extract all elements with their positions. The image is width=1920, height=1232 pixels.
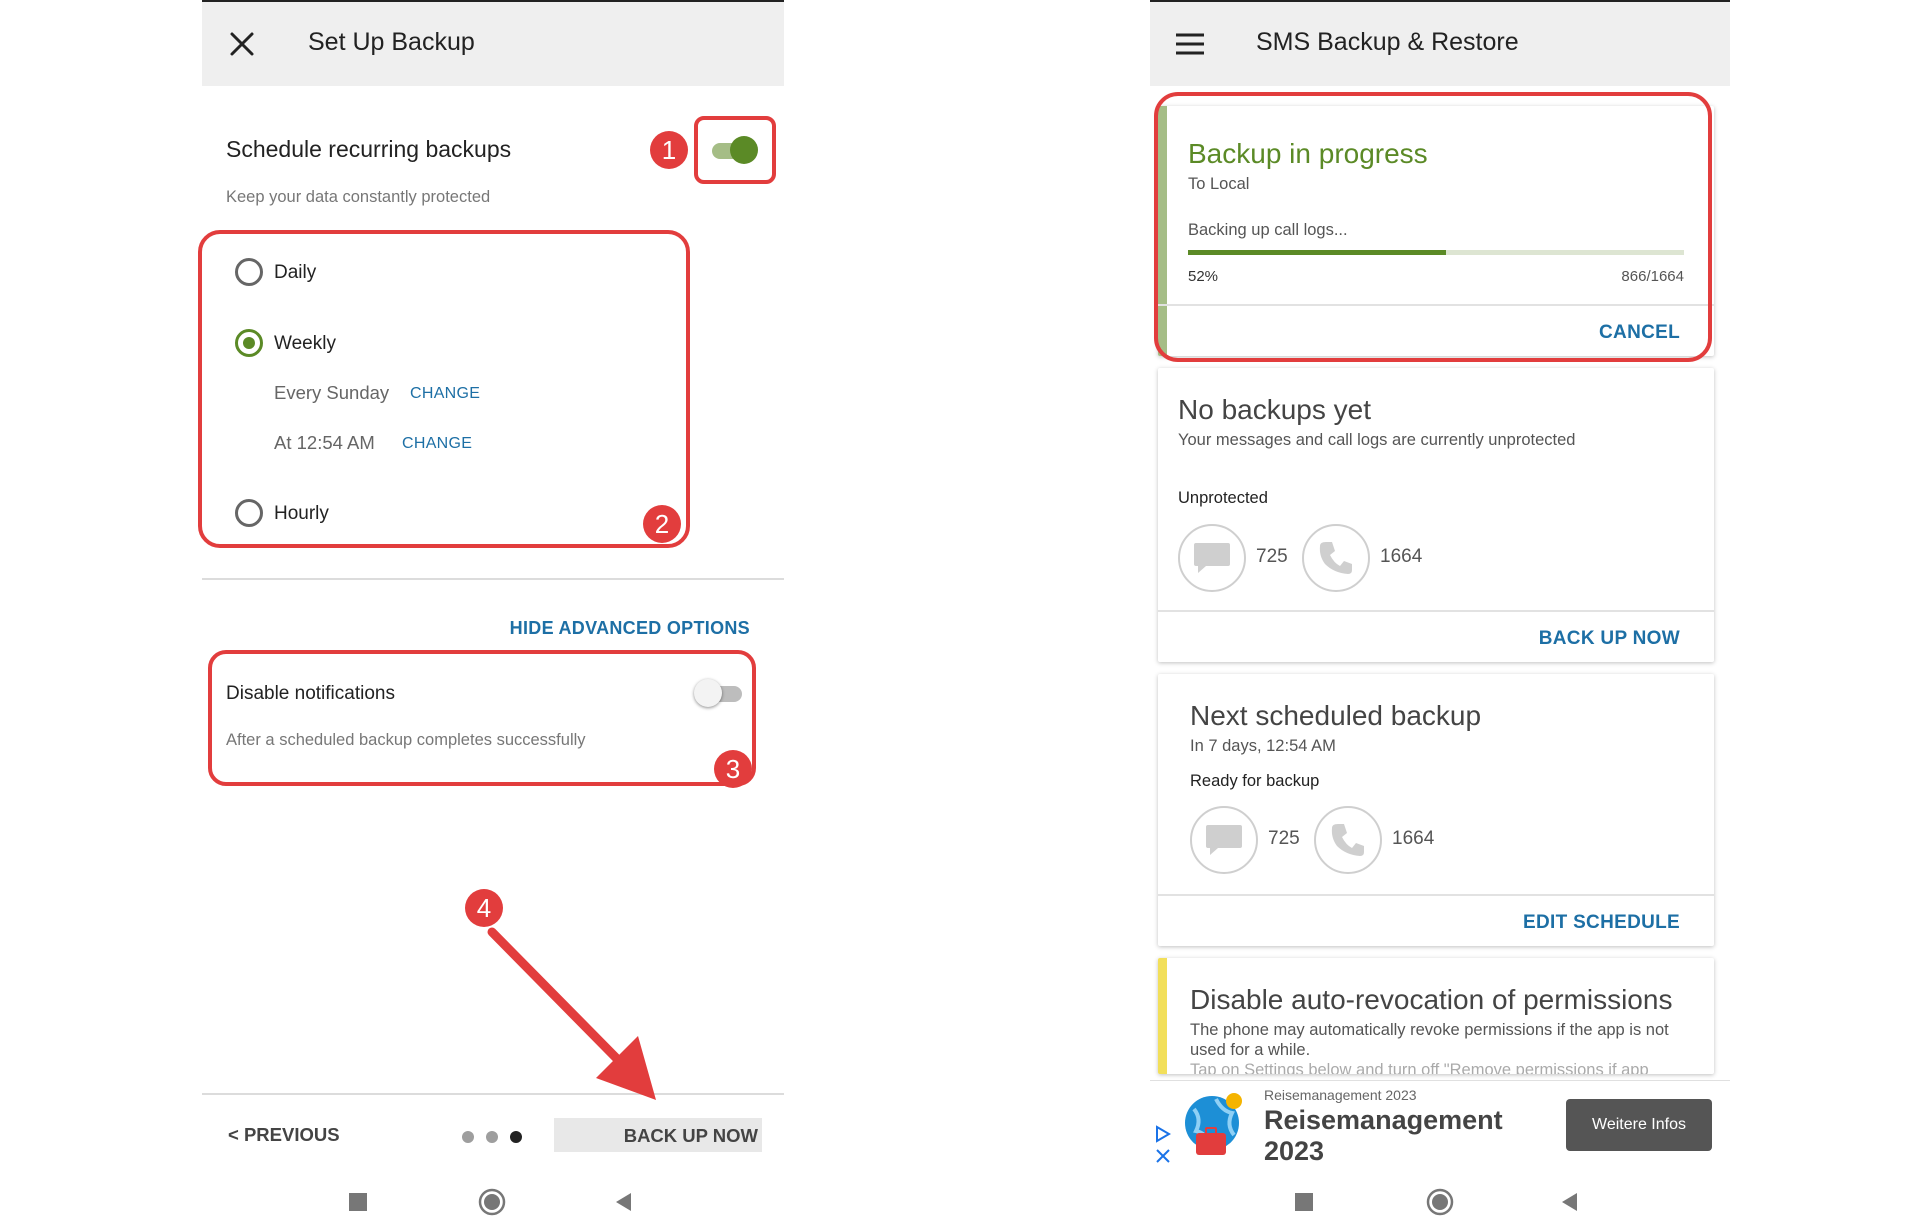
ad-headline-2: 2023 <box>1264 1136 1325 1166</box>
recents-nav-icon[interactable] <box>1294 1192 1314 1212</box>
card-divider <box>1158 894 1714 896</box>
progress-percent: 52% <box>1188 268 1219 285</box>
revoke-line-3: Tap on Settings below and turn off "Remo… <box>1190 1061 1649 1074</box>
recents-nav-icon[interactable] <box>348 1192 368 1212</box>
no-backups-subtitle: Your messages and call logs are currentl… <box>1178 431 1576 449</box>
progress-count: 866/1664 <box>1621 268 1684 285</box>
call-count: 1664 <box>1392 828 1435 849</box>
phone-icon <box>1302 524 1370 592</box>
option-weekly-label: Weekly <box>274 333 336 354</box>
call-count: 1664 <box>1380 546 1423 567</box>
ad-button-label: Weitere Infos <box>1592 1116 1686 1133</box>
message-icon <box>1190 806 1258 874</box>
revoke-line-1: The phone may automatically revoke permi… <box>1190 1021 1669 1039</box>
weekly-day-text: Every Sunday <box>274 382 390 403</box>
radio-daily[interactable] <box>235 258 263 286</box>
cancel-button[interactable]: CANCEL <box>1599 322 1680 344</box>
ad-globe-icon <box>1182 1091 1246 1166</box>
radio-weekly[interactable] <box>235 329 263 357</box>
home-nav-icon[interactable] <box>478 1188 506 1216</box>
next-title: Next scheduled backup <box>1190 700 1482 731</box>
ad-banner[interactable]: Reisemanagement 2023 Reisemanagement 202… <box>1150 1080 1730 1170</box>
option-hourly-label: Hourly <box>274 503 329 524</box>
menu-icon[interactable] <box>1170 24 1210 64</box>
card-divider <box>1158 610 1714 612</box>
card-accent <box>1158 958 1167 1074</box>
toggle-thumb <box>694 679 722 707</box>
previous-button[interactable]: < PREVIOUS <box>228 1124 340 1146</box>
close-icon[interactable] <box>222 24 262 64</box>
annotation-arrow <box>487 927 656 1100</box>
no-backups-card: No backups yet Your messages and call lo… <box>1158 368 1714 662</box>
page-dot <box>462 1131 474 1143</box>
sms-backup-main-screen: SMS Backup & Restore Backup in progress … <box>1150 0 1730 1232</box>
annotation-badge-2: 2 <box>643 505 681 543</box>
no-backups-title: No backups yet <box>1178 394 1371 425</box>
back-up-now-label: BACK UP NOW <box>623 1125 758 1146</box>
page-dot-active <box>510 1131 522 1143</box>
section-divider <box>202 578 784 580</box>
app-bar: SMS Backup & Restore <box>1150 0 1730 86</box>
message-count: 725 <box>1256 546 1288 567</box>
back-up-now-card-button[interactable]: BACK UP NOW <box>1539 628 1680 650</box>
card-divider <box>1158 304 1714 306</box>
back-nav-icon[interactable] <box>1558 1191 1580 1213</box>
notifications-subtitle: After a scheduled backup completes succe… <box>226 731 586 749</box>
annotation-badge-3: 3 <box>714 750 752 788</box>
page-indicator <box>462 1130 526 1144</box>
back-up-now-button[interactable]: BACK UP NOW <box>554 1118 762 1152</box>
ad-close-icon[interactable] <box>1154 1147 1172 1170</box>
progress-title: Backup in progress <box>1188 138 1428 169</box>
phone-icon <box>1314 806 1382 874</box>
message-icon <box>1178 524 1246 592</box>
progress-destination: To Local <box>1188 175 1250 193</box>
back-nav-icon[interactable] <box>612 1191 634 1213</box>
auto-revocation-card: Disable auto-revocation of permissions T… <box>1158 958 1714 1074</box>
progress-bar <box>1188 250 1684 255</box>
option-daily-label: Daily <box>274 262 317 283</box>
backup-state: Ready for backup <box>1190 772 1320 790</box>
schedule-title: Schedule recurring backups <box>226 136 512 162</box>
radio-hourly[interactable] <box>235 499 263 527</box>
ad-more-info-button[interactable]: Weitere Infos <box>1566 1099 1712 1151</box>
app-bar: Set Up Backup <box>202 0 784 86</box>
home-nav-icon[interactable] <box>1426 1188 1454 1216</box>
backup-progress-card: Backup in progress To Local Backing up c… <box>1158 106 1714 356</box>
progress-status: Backing up call logs... <box>1188 221 1348 239</box>
notifications-title: Disable notifications <box>226 683 395 704</box>
change-time-link[interactable]: CHANGE <box>402 435 472 453</box>
notifications-toggle[interactable] <box>694 676 744 710</box>
message-count: 725 <box>1268 828 1300 849</box>
next-scheduled-card: Next scheduled backup In 7 days, 12:54 A… <box>1158 674 1714 946</box>
edit-schedule-button[interactable]: EDIT SCHEDULE <box>1523 912 1680 934</box>
revoke-line-2: used for a while. <box>1190 1041 1311 1059</box>
progress-bar-fill <box>1188 250 1446 255</box>
revoke-title: Disable auto-revocation of permissions <box>1190 984 1673 1015</box>
schedule-toggle[interactable] <box>708 133 758 167</box>
page-dot <box>486 1131 498 1143</box>
page-title: Set Up Backup <box>308 28 475 56</box>
schedule-subtitle: Keep your data constantly protected <box>226 188 491 206</box>
next-subtitle: In 7 days, 12:54 AM <box>1190 737 1336 755</box>
ad-headline-1: Reisemanagement <box>1264 1105 1503 1135</box>
hide-advanced-options-link[interactable]: HIDE ADVANCED OPTIONS <box>510 618 750 639</box>
toggle-thumb <box>730 136 758 164</box>
card-accent <box>1158 106 1167 356</box>
protection-state: Unprotected <box>1178 489 1268 507</box>
change-day-link[interactable]: CHANGE <box>410 385 480 403</box>
ad-choices-icon[interactable] <box>1154 1125 1172 1148</box>
app-title: SMS Backup & Restore <box>1256 28 1519 56</box>
weekly-time-text: At 12:54 AM <box>274 432 375 453</box>
annotation-badge-1: 1 <box>650 131 688 169</box>
ad-small-title: Reisemanagement 2023 <box>1264 1087 1417 1103</box>
